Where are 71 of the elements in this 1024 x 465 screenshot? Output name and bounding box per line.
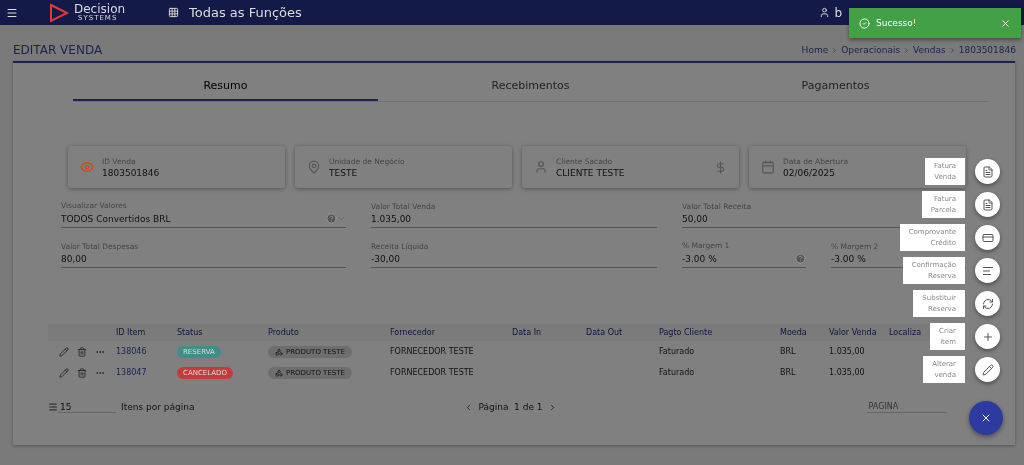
close-icon — [980, 412, 992, 424]
brand-name: Decision — [74, 3, 126, 15]
info-value: CLIENTE TESTE — [556, 167, 625, 178]
table-cell-text: 1.035,00 — [828, 367, 866, 379]
refresh-icon — [981, 297, 994, 310]
document-icon — [981, 198, 994, 211]
logo-icon — [48, 2, 70, 23]
table-cell-text: 138047 — [115, 367, 148, 379]
info-value: 02/06/2025 — [783, 167, 835, 178]
shapes-icon — [275, 368, 283, 377]
help-icon[interactable] — [326, 213, 337, 224]
info-value: 1803501846 — [102, 167, 160, 178]
per-page-label: Itens por página — [121, 402, 195, 412]
toast-message: Sucesso! — [876, 18, 918, 28]
delete-icon[interactable] — [77, 367, 87, 378]
tab[interactable]: Pagamentos — [683, 63, 988, 101]
column-header[interactable]: ID Item — [115, 324, 176, 341]
document-icon — [981, 165, 994, 178]
table-cell-text: FORNECEDOR TESTE — [389, 367, 475, 379]
page-title: EDITAR VENDA — [13, 43, 103, 57]
column-header[interactable]: Status — [176, 324, 267, 341]
breadcrumb-link[interactable]: Home — [801, 45, 829, 55]
column-header[interactable]: Valor Venda — [828, 324, 888, 341]
edit-icon[interactable] — [59, 367, 69, 378]
breadcrumb-link[interactable]: Operacionais — [841, 45, 901, 55]
person-icon — [534, 160, 548, 174]
table-cell: Faturado — [658, 341, 779, 362]
column-header[interactable]: Moeda — [779, 324, 828, 341]
list-icon — [48, 402, 58, 412]
grid-icon — [168, 7, 179, 18]
column-header[interactable]: Data Out — [585, 324, 658, 341]
check-icon — [859, 17, 870, 29]
table-cell-text: BRL — [779, 367, 797, 379]
card-icon — [981, 231, 994, 244]
lines-icon — [981, 264, 994, 277]
calendar-icon — [761, 160, 775, 174]
pin-icon — [307, 160, 321, 174]
per-page-select[interactable]: 15 — [58, 401, 116, 413]
tab[interactable]: Resumo — [73, 63, 378, 101]
breadcrumb-link[interactable]: 1803501846 — [958, 45, 1016, 55]
user-name[interactable]: b — [834, 5, 842, 20]
column-header[interactable]: Data In — [511, 324, 585, 341]
delete-icon[interactable] — [77, 346, 87, 357]
help-icon[interactable] — [795, 253, 806, 264]
table-cell: 138046 — [115, 341, 176, 362]
table-cell: BRL — [779, 341, 828, 362]
eye-icon — [80, 160, 94, 174]
plus-icon — [981, 330, 994, 343]
table-cell-text: Faturado — [658, 367, 696, 379]
tab[interactable]: Recebimentos — [378, 63, 683, 101]
column-header[interactable]: Produto — [267, 324, 389, 341]
column-header[interactable]: Fornecedor — [389, 324, 511, 341]
user-icon — [819, 7, 831, 18]
chevron-icon — [948, 46, 956, 54]
close-icon[interactable] — [1000, 17, 1011, 29]
chevron-icon — [831, 46, 839, 54]
column-header[interactable]: Pagto Cliente — [658, 324, 779, 341]
edit-icon[interactable] — [59, 346, 69, 357]
pencil-icon — [981, 363, 994, 376]
dollar-icon[interactable] — [714, 160, 727, 174]
table-cell: 1.035,00 — [828, 341, 888, 362]
table-cell: FORNECEDOR TESTE — [389, 341, 511, 362]
menu-icon[interactable] — [6, 6, 18, 19]
functions-menu[interactable]: Todas as Funções — [189, 5, 302, 20]
page-info: Página 1 de 1 — [478, 402, 543, 412]
chevron-icon — [903, 46, 911, 54]
info-value: TESTE — [329, 167, 358, 178]
column-header[interactable]: Localiza — [888, 324, 930, 341]
page-input[interactable]: PÁGINA — [866, 401, 947, 413]
shapes-icon — [275, 347, 283, 356]
breadcrumb-link[interactable]: Vendas — [913, 45, 946, 55]
